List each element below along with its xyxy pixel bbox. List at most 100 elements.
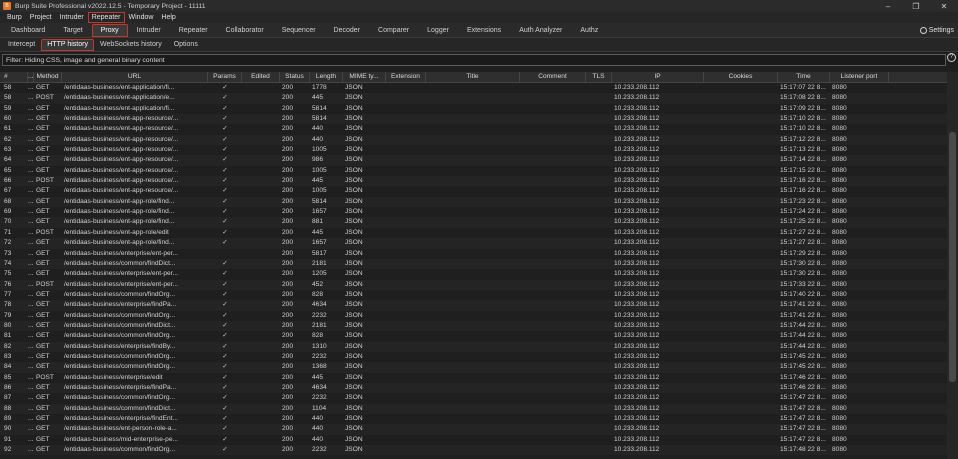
table-row[interactable]: 73... GET/entidaas-business/enterprise/en… — [0, 249, 947, 259]
tab-collaborator[interactable]: Collaborator — [217, 24, 273, 37]
table-row[interactable]: 88... GET/entidaas-business/common/findDi… — [0, 403, 947, 414]
http-history-table: # ... Method URL Params Edited Status Le… — [0, 72, 947, 459]
table-row[interactable]: 91... GET/entidaas-business/mid-enterpris… — [0, 435, 947, 445]
tab-comparer[interactable]: Comparer — [369, 24, 418, 37]
tab-dashboard[interactable]: Dashboard — [2, 24, 54, 37]
row-length: 5814 — [312, 104, 327, 112]
subtab-websockets-history[interactable]: WebSockets history — [94, 39, 168, 51]
row-extension — [386, 414, 426, 424]
table-row[interactable]: 90... GET/entidaas-business/ent-person-ro… — [0, 424, 947, 435]
col-header-params[interactable]: Params — [208, 72, 242, 82]
row-comment — [520, 404, 586, 414]
col-header-status[interactable]: Status — [280, 72, 310, 82]
menu-window[interactable]: Window — [125, 12, 158, 23]
minimize-icon[interactable]: – — [874, 0, 902, 12]
table-row[interactable]: 83... GET/entidaas-business/common/findOr… — [0, 352, 947, 362]
table-row[interactable]: 79... GET/entidaas-business/common/findOr… — [0, 311, 947, 321]
table-row[interactable]: 77... GET/entidaas-business/common/findOr… — [0, 290, 947, 300]
row-title — [426, 104, 520, 114]
row-number: 82 — [4, 342, 12, 350]
col-header-comment[interactable]: Comment — [520, 72, 586, 82]
table-row[interactable]: 76... POST/entidaas-business/enterprise/e… — [0, 279, 947, 290]
col-header-length[interactable]: Length — [310, 72, 343, 82]
subtab-options[interactable]: Options — [168, 39, 204, 51]
row-method: GET — [36, 311, 50, 319]
table-row[interactable]: 58... POST/entidaas-business/ent-applicat… — [0, 93, 947, 104]
table-row[interactable]: 58... GET/entidaas-business/ent-applicati… — [0, 83, 947, 93]
table-row[interactable]: 59... GET/entidaas-business/ent-applicati… — [0, 104, 947, 114]
help-icon[interactable]: ? — [947, 53, 956, 62]
row-status: 200 — [282, 228, 294, 236]
table-row[interactable]: 69... GET/entidaas-business/ent-app-role/… — [0, 207, 947, 217]
filter-bar[interactable]: Filter: Hiding CSS, image and general bi… — [2, 54, 946, 66]
col-header-mime[interactable]: MIME ty... — [343, 72, 386, 82]
tab-auth-analyzer[interactable]: Auth Analyzer — [510, 24, 571, 37]
table-row[interactable]: 84... GET/entidaas-business/common/findOr… — [0, 362, 947, 373]
table-row[interactable]: 62... GET/entidaas-business/ent-app-resou… — [0, 134, 947, 146]
col-header-url[interactable]: URL — [62, 72, 208, 82]
table-row[interactable]: 82... GET/entidaas-business/enterprise/fi… — [0, 341, 947, 352]
tab-target[interactable]: Target — [54, 24, 91, 37]
table-row[interactable]: 75... GET/entidaas-business/enterprise/en… — [0, 269, 947, 279]
subtab-intercept[interactable]: Intercept — [2, 39, 41, 51]
menu-burp[interactable]: Burp — [3, 12, 26, 23]
table-row[interactable]: 80... GET/entidaas-business/common/findDi… — [0, 320, 947, 332]
table-row[interactable]: 66... POST/entidaas-business/ent-app-reso… — [0, 176, 947, 187]
subtab-http-history[interactable]: HTTP history — [41, 39, 94, 51]
table-row[interactable]: 89... GET/entidaas-business/enterprise/fi… — [0, 414, 947, 424]
tab-repeater[interactable]: Repeater — [170, 24, 217, 37]
table-row[interactable]: 92... GET/entidaas-business/common/findOr… — [0, 445, 947, 456]
maximize-icon[interactable]: ❐ — [902, 0, 930, 12]
scrollbar-thumb[interactable] — [949, 132, 956, 382]
tab-extensions[interactable]: Extensions — [458, 24, 510, 37]
row-tls — [586, 435, 612, 445]
close-icon[interactable]: ✕ — [930, 0, 958, 12]
col-header-title[interactable]: Title — [426, 72, 520, 82]
col-header-listener-port[interactable]: Listener port — [830, 72, 889, 82]
table-row[interactable]: 71... POST/entidaas-business/ent-app-role… — [0, 228, 947, 238]
table-row[interactable]: 72... GET/entidaas-business/ent-app-role/… — [0, 238, 947, 249]
table-row[interactable]: 67... GET/entidaas-business/ent-app-resou… — [0, 186, 947, 196]
tab-sequencer[interactable]: Sequencer — [273, 24, 325, 37]
row-ip: 10.233.208.112 — [614, 332, 660, 340]
row-title — [426, 155, 520, 165]
menu-help[interactable]: Help — [157, 12, 179, 23]
col-header-tls[interactable]: TLS — [586, 72, 612, 82]
row-ip: 10.233.208.112 — [614, 249, 660, 257]
table-row[interactable]: 61... GET/entidaas-business/ent-app-resou… — [0, 124, 947, 134]
col-header-edited[interactable]: Edited — [242, 72, 280, 82]
table-row[interactable]: 60... GET/entidaas-business/ent-app-resou… — [0, 114, 947, 125]
col-header-ip[interactable]: IP — [612, 72, 704, 82]
table-row[interactable]: 78... GET/entidaas-business/enterprise/fi… — [0, 300, 947, 311]
tab-authz[interactable]: Authz — [571, 24, 607, 37]
table-row[interactable]: 70... GET/entidaas-business/ent-app-role/… — [0, 217, 947, 228]
table-row[interactable]: 63... GET/entidaas-business/ent-app-resou… — [0, 145, 947, 155]
menu-intruder[interactable]: Intruder — [56, 12, 88, 23]
table-row[interactable]: 81... GET/entidaas-business/common/findOr… — [0, 331, 947, 341]
vertical-scrollbar[interactable] — [947, 72, 958, 459]
menu-repeater[interactable]: Repeater — [87, 12, 125, 23]
col-header-method[interactable]: Method — [34, 72, 62, 82]
col-header-cookies[interactable]: Cookies — [704, 72, 778, 82]
menu-project[interactable]: Project — [26, 12, 56, 23]
tab-decoder[interactable]: Decoder — [325, 24, 369, 37]
row-mime: JSON — [345, 290, 363, 298]
settings-button[interactable]: Settings — [919, 24, 954, 36]
col-header-time[interactable]: Time — [778, 72, 830, 82]
tab-logger[interactable]: Logger — [418, 24, 458, 37]
table-row[interactable]: 64... GET/entidaas-business/ent-app-resou… — [0, 155, 947, 166]
tab-intruder[interactable]: Intruder — [128, 24, 170, 37]
row-ip: 10.233.208.112 — [614, 187, 660, 195]
col-header-extension[interactable]: Extension — [386, 72, 426, 82]
row-length: 440 — [312, 435, 324, 443]
table-row[interactable]: 87... GET/entidaas-business/common/findOr… — [0, 393, 947, 403]
table-row[interactable]: 65... GET/entidaas-business/ent-app-resou… — [0, 166, 947, 176]
tab-proxy[interactable]: Proxy — [91, 24, 128, 37]
table-row[interactable]: 86... GET/entidaas-business/enterprise/fi… — [0, 382, 947, 394]
row-method: GET — [36, 342, 50, 350]
table-row[interactable]: 85... POST/entidaas-business/enterprise/e… — [0, 373, 947, 383]
row-tls — [586, 383, 612, 393]
table-row[interactable]: 74... GET/entidaas-business/common/findDi… — [0, 258, 947, 270]
col-header-number[interactable]: # — [0, 72, 28, 82]
table-row[interactable]: 68... GET/entidaas-business/ent-app-role/… — [0, 196, 947, 208]
